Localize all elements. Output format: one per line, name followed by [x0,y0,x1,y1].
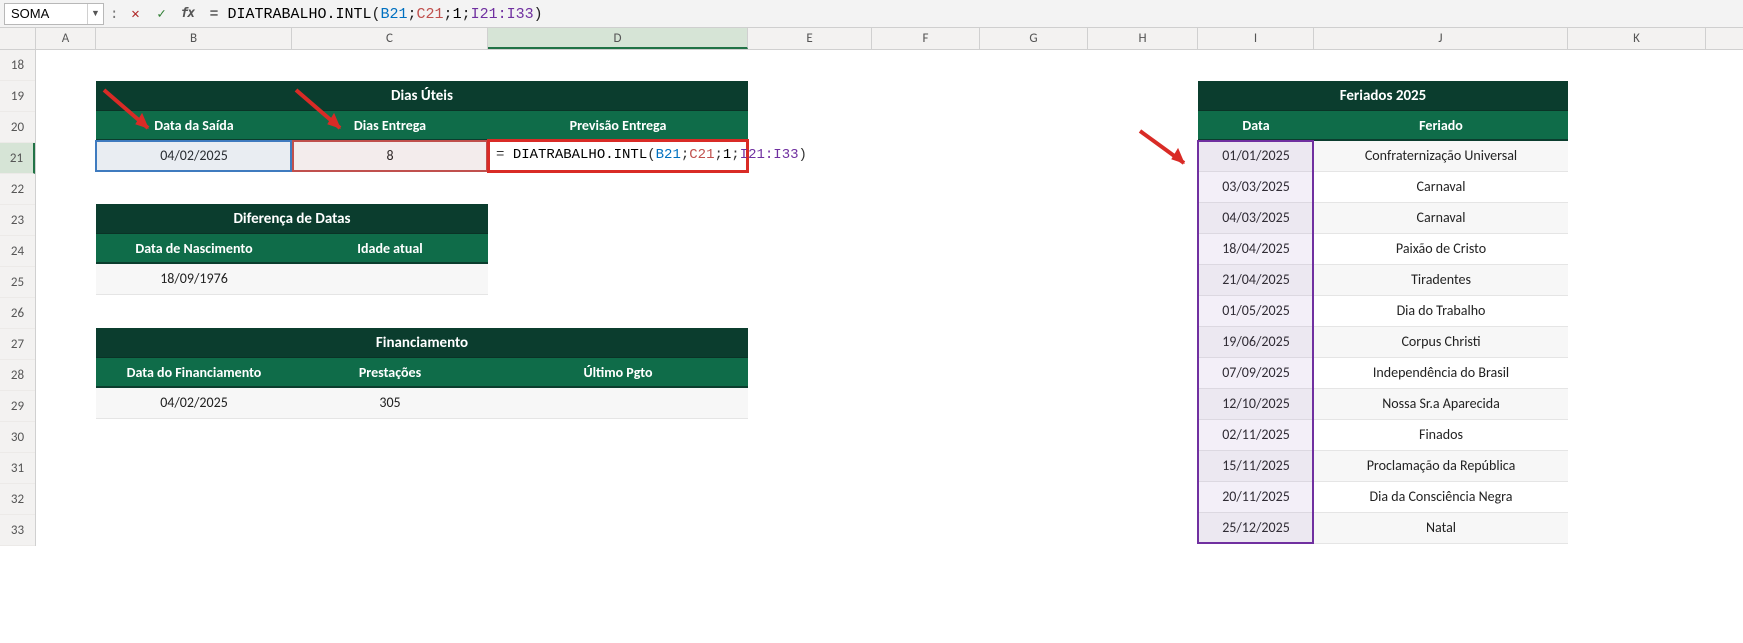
row-header-30[interactable]: 30 [0,422,35,453]
formula-ref1: B21 [381,6,408,23]
col-header-D[interactable]: D [488,28,748,49]
cell-j23[interactable]: Carnaval [1314,203,1568,234]
feriados-hdr-i: Data [1198,111,1314,141]
cell-j32[interactable]: Dia da Consciência Negra [1314,482,1568,513]
row-header-31[interactable]: 31 [0,453,35,484]
cancel-button[interactable]: ✕ [124,3,146,25]
cell-j33[interactable]: Natal [1314,513,1568,544]
feriados-title: Feriados 2025 [1198,81,1568,111]
row-header-26[interactable]: 26 [0,298,35,329]
cell-j24[interactable]: Paixão de Cristo [1314,234,1568,265]
row-header-29[interactable]: 29 [0,391,35,422]
row-header-23[interactable]: 23 [0,205,35,236]
enter-button[interactable]: ✓ [150,3,172,25]
col-header-B[interactable]: B [96,28,292,49]
col-header-C[interactable]: C [292,28,488,49]
col-header-A[interactable]: A [36,28,96,49]
dias-uteis-hdr-d: Previsão Entrega [488,111,748,141]
dias-uteis-title: Dias Úteis [96,81,748,111]
col-header-I[interactable]: I [1198,28,1314,49]
cell-b25[interactable]: 18/09/1976 [96,264,292,295]
range-i21-i33 [1197,140,1314,544]
col-header-K[interactable]: K [1568,28,1706,49]
arrow-to-b20 [96,84,166,140]
cell-j21[interactable]: Confraternização Universal [1314,141,1568,172]
cell-j29[interactable]: Nossa Sr.a Aparecida [1314,389,1568,420]
namebox-wrap[interactable]: ▼ [4,3,104,25]
formula-bar: ▼ : ✕ ✓ fx = DIATRABALHO.INTL(B21;C21;1;… [0,0,1743,28]
diferenca-title: Diferença de Datas [96,204,488,234]
arrow-to-i21 [1134,125,1200,173]
row-header-27[interactable]: 27 [0,329,35,360]
diferenca-hdr-c: Idade atual [292,234,488,264]
range-b21 [95,140,292,172]
row-header-18[interactable]: 18 [0,50,35,81]
col-header-J[interactable]: J [1314,28,1568,49]
cell-j28[interactable]: Independência do Brasil [1314,358,1568,389]
row-header-19[interactable]: 19 [0,81,35,112]
cell-c29[interactable]: 305 [292,388,488,419]
financiamento-hdr-c: Prestações [292,358,488,388]
cell-c25[interactable] [292,264,488,295]
row-header-32[interactable]: 32 [0,484,35,515]
col-header-G[interactable]: G [980,28,1088,49]
select-all[interactable] [0,28,36,49]
formula-fn: DIATRABALHO.INTL [227,6,371,23]
row-header-28[interactable]: 28 [0,360,35,391]
financiamento-hdr-b: Data do Financiamento [96,358,292,388]
col-header-E[interactable]: E [748,28,872,49]
cell-b29[interactable]: 04/02/2025 [96,388,292,419]
column-headers: A B C D E F G H I J K [0,28,1743,50]
range-c21 [292,140,488,172]
separator: : [110,6,118,22]
row-header-20[interactable]: 20 [0,112,35,143]
feriados-hdr-j: Feriado [1314,111,1568,141]
row-header-33[interactable]: 33 [0,515,35,546]
row-header-24[interactable]: 24 [0,236,35,267]
formula-num: 1 [453,6,462,23]
financiamento-title: Financiamento [96,328,748,358]
fx-icon[interactable]: fx [176,3,198,25]
cell-j27[interactable]: Corpus Christi [1314,327,1568,358]
row-header-22[interactable]: 22 [0,174,35,205]
col-header-H[interactable]: H [1088,28,1198,49]
formula-input[interactable]: = DIATRABALHO.INTL(B21;C21;1;I21:I33) [202,3,1739,25]
cell-j31[interactable]: Proclamação da República [1314,451,1568,482]
row-headers: 18 19 20 21 22 23 24 25 26 27 28 29 30 3… [0,50,36,546]
sheet[interactable]: Dias Úteis Data da Saída Dias Entrega Pr… [36,50,1743,546]
name-box[interactable] [5,4,87,24]
formula-ref3: I21:I33 [471,6,534,23]
chevron-down-icon[interactable]: ▼ [87,4,103,24]
cell-j30[interactable]: Finados [1314,420,1568,451]
cell-d21-edit[interactable]: = DIATRABALHO.INTL(B21;C21;1;I21:I33) [487,139,749,173]
formula-ref2: C21 [417,6,444,23]
col-header-F[interactable]: F [872,28,980,49]
cell-j26[interactable]: Dia do Trabalho [1314,296,1568,327]
cell-j25[interactable]: Tiradentes [1314,265,1568,296]
financiamento-hdr-d: Último Pgto [488,358,748,388]
cell-j22[interactable]: Carnaval [1314,172,1568,203]
cell-d29[interactable] [488,388,748,419]
grid: 18 19 20 21 22 23 24 25 26 27 28 29 30 3… [0,50,1743,546]
diferenca-hdr-b: Data de Nascimento [96,234,292,264]
arrow-to-c20 [288,84,358,140]
row-header-25[interactable]: 25 [0,267,35,298]
row-header-21[interactable]: 21 [0,143,35,174]
